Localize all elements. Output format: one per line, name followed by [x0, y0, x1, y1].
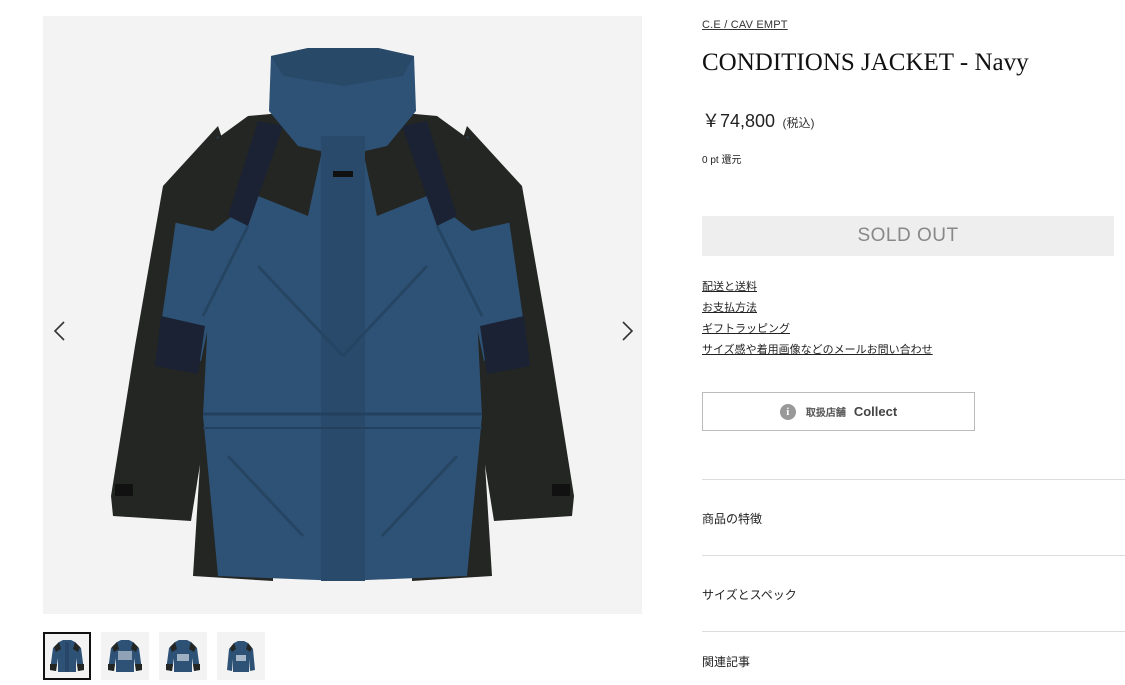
- shipping-link[interactable]: 配送と送料: [702, 280, 933, 301]
- product-image-gallery: [43, 16, 642, 614]
- accordion-features[interactable]: 商品の特徴: [702, 479, 1125, 556]
- product-price: ￥74,800: [702, 111, 776, 131]
- thumbnail-front[interactable]: [43, 632, 91, 680]
- accordion-label: サイズとスペック: [702, 588, 797, 602]
- payment-link[interactable]: お支払方法: [702, 301, 933, 322]
- accordion-size-spec[interactable]: サイズとスペック: [702, 555, 1125, 632]
- accordion-label: 関連記事: [702, 655, 751, 669]
- price-row: ￥74,800 (税込): [702, 107, 815, 133]
- thumbnail-image: [50, 640, 84, 672]
- accordion-related-articles[interactable]: 関連記事: [702, 631, 1125, 685]
- store-availability-button[interactable]: i 取扱店舗 Collect: [702, 392, 975, 431]
- gallery-next-button[interactable]: [612, 316, 642, 346]
- brand-link[interactable]: C.E / CAV EMPT: [702, 19, 788, 31]
- product-image-jacket: [111, 48, 574, 581]
- thumbnail-image: [166, 640, 200, 672]
- product-title: CONDITIONS JACKET - Navy: [702, 49, 1029, 76]
- chevron-right-icon: [622, 321, 634, 341]
- thumbnail-image: [108, 640, 142, 672]
- thumbnail-back[interactable]: [101, 632, 149, 680]
- info-icon: i: [779, 403, 796, 420]
- gift-wrapping-link[interactable]: ギフトラッピング: [702, 322, 933, 343]
- store-name: Collect: [853, 404, 898, 419]
- thumbnail-strip: [43, 632, 265, 680]
- thumbnail-back-2[interactable]: [159, 632, 207, 680]
- accordion-label: 商品の特徴: [702, 512, 763, 526]
- info-links: 配送と送料 お支払方法 ギフトラッピング サイズ感や着用画像などのメールお問い合…: [702, 280, 933, 364]
- thumbnail-back-3[interactable]: [217, 632, 265, 680]
- thumbnail-image: [227, 641, 255, 672]
- sold-out-button[interactable]: SOLD OUT: [702, 216, 1114, 256]
- chevron-left-icon: [53, 321, 65, 341]
- price-tax-note: (税込): [782, 116, 815, 130]
- inquiry-link[interactable]: サイズ感や着用画像などのメールお問い合わせ: [702, 343, 933, 364]
- points-reward: 0 pt 還元: [702, 155, 742, 166]
- gallery-prev-button[interactable]: [45, 316, 75, 346]
- store-label: 取扱店舗: [805, 408, 846, 419]
